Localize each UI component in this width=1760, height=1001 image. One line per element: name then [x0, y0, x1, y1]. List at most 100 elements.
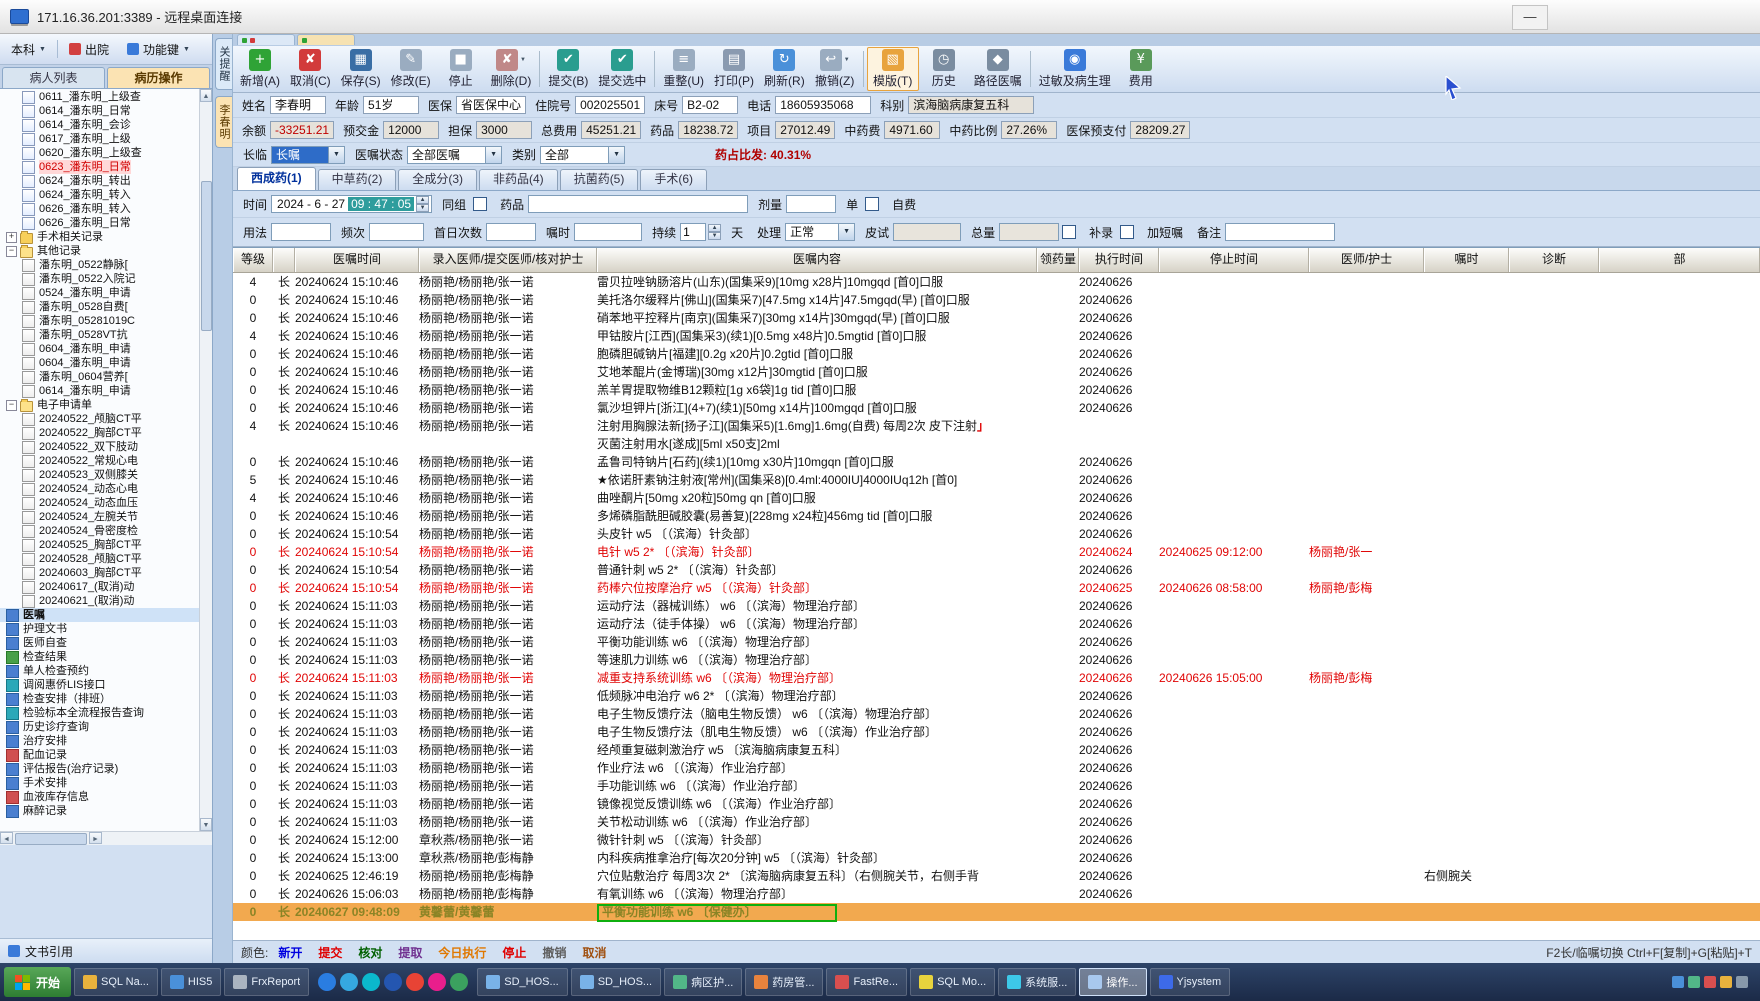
- tree-item[interactable]: 调阅惠侨LIS接口: [0, 678, 199, 692]
- spin-down-icon[interactable]: ▼: [416, 204, 430, 212]
- tree-item[interactable]: 潘东明_0528自费[: [0, 300, 199, 314]
- chevron-down-icon[interactable]: ▼: [328, 146, 345, 163]
- taskbar-item[interactable]: 操作...: [1079, 968, 1147, 996]
- order-row[interactable]: 0 长 20240624 15:10:54 杨丽艳/杨丽艳/张一诺 头皮针 w5 〔（滨…: [233, 525, 1760, 543]
- tree-item[interactable]: 20240617_(取消)动: [0, 580, 199, 594]
- tree-item[interactable]: 手术安排: [0, 776, 199, 790]
- order-tab[interactable]: 西成药(1): [237, 167, 316, 190]
- toolbar-button-add[interactable]: + 新增(A): [235, 48, 285, 90]
- order-row[interactable]: 0 长 20240624 15:11:03 杨丽艳/杨丽艳/张一诺 运动疗法（器械训练）…: [233, 597, 1760, 615]
- taskbar-item[interactable]: FrxReport: [224, 968, 310, 996]
- tray-icon[interactable]: [1688, 976, 1700, 988]
- order-row[interactable]: 0 长 20240625 12:46:19 杨丽艳/杨丽艳/彭梅静 穴位贴敷治疗 每周3…: [233, 867, 1760, 885]
- scroll-up-icon[interactable]: ▲: [200, 89, 212, 102]
- scroll-left-icon[interactable]: ◄: [0, 832, 13, 844]
- jiaduan-checkbox[interactable]: [1120, 225, 1135, 239]
- order-row[interactable]: 0 长 20240624 15:10:54 杨丽艳/杨丽艳/张一诺 药棒穴位按摩治疗 w…: [233, 579, 1760, 597]
- toolbar-button-delete[interactable]: ✘ ▼ 删除(D): [486, 48, 537, 90]
- p2-guarantee[interactable]: 3000: [476, 121, 533, 139]
- discharge-button[interactable]: 出院: [62, 38, 116, 61]
- total-input[interactable]: [999, 223, 1060, 241]
- order-row[interactable]: 4 长 20240624 15:10:46 杨丽艳/杨丽艳/张一诺 雷贝拉唑钠肠溶片(山…: [233, 273, 1760, 291]
- toolbar-button-submit2[interactable]: ✔ 提交选中: [593, 48, 651, 90]
- scroll-down-icon[interactable]: ▼: [200, 818, 212, 831]
- order-row[interactable]: 0 长 20240624 15:11:03 杨丽艳/杨丽艳/张一诺 作业疗法 w6 〔（…: [233, 759, 1760, 777]
- toolbar-button-path[interactable]: ◆ 路径医嘱: [969, 48, 1027, 90]
- vertical-tab-reminder[interactable]: 关提醒: [215, 38, 232, 90]
- quick-launch-icon[interactable]: [340, 973, 359, 991]
- order-status-select[interactable]: 全部医嘱 ▼: [407, 145, 503, 164]
- tree-item[interactable]: 历史诊疗查询: [0, 720, 199, 734]
- tree-item[interactable]: 医嘱: [0, 608, 199, 622]
- tree-item[interactable]: 血液库存信息: [0, 790, 199, 804]
- toolbar-button-rearrange[interactable]: ≡ 重整(U): [658, 48, 709, 90]
- toolbar-button-cancel[interactable]: ✘ 取消(C): [285, 48, 336, 90]
- tree-item[interactable]: 检查安排（排班）: [0, 692, 199, 706]
- tray-icon[interactable]: [1720, 976, 1732, 988]
- tree-item[interactable]: 0604_潘东明_申请: [0, 342, 199, 356]
- order-row[interactable]: 0 长 20240624 15:10:46 杨丽艳/杨丽艳/张一诺 羔羊胃提取物维B12…: [233, 381, 1760, 399]
- sidebar-tab[interactable]: 病人列表: [2, 67, 105, 88]
- tray-icon[interactable]: [1672, 976, 1684, 988]
- p2-total_cost[interactable]: 45251.21: [581, 121, 642, 139]
- chevron-down-icon[interactable]: ▼: [838, 224, 855, 240]
- order-row[interactable]: 0 长 20240624 15:11:03 杨丽艳/杨丽艳/张一诺 关节松动训练 w6 …: [233, 813, 1760, 831]
- tree-item[interactable]: 评估报告(治疗记录): [0, 762, 199, 776]
- scrollbar-thumb[interactable]: [15, 833, 87, 845]
- taskbar-item[interactable]: SD_HOS...: [570, 968, 662, 996]
- p2-herb_cost[interactable]: 4971.60: [884, 121, 941, 139]
- toolbar-button-submit[interactable]: ✔ 提交(B): [543, 48, 593, 90]
- taskbar-item[interactable]: Yjsystem: [1149, 968, 1231, 996]
- quick-launch-icon[interactable]: [406, 973, 425, 991]
- sidebar-footer[interactable]: 文书引用: [0, 938, 212, 963]
- order-row[interactable]: 0 长 20240624 15:10:46 杨丽艳/杨丽艳/张一诺 氯沙坦钾片[浙江](…: [233, 399, 1760, 417]
- tree-item[interactable]: 0611_潘东明_上级查: [0, 90, 199, 104]
- tree-item[interactable]: 检查结果: [0, 650, 199, 664]
- tree-item[interactable]: 检验标本全流程报告查询: [0, 706, 199, 720]
- p1-age[interactable]: 51岁: [363, 96, 420, 114]
- order-row[interactable]: 0 长 20240624 15:10:46 杨丽艳/杨丽艳/张一诺 硝苯地平控释片[南京…: [233, 309, 1760, 327]
- duration-input[interactable]: [680, 223, 707, 241]
- order-row[interactable]: 0 长 20240624 15:12:00 章秋燕/杨丽艳/张一诺 微针针刺 w5 〔（…: [233, 831, 1760, 849]
- order-row[interactable]: 4 长 20240624 15:10:46 杨丽艳/杨丽艳/张一诺 注射用胸腺法新[扬子…: [233, 417, 1760, 453]
- tree-item[interactable]: 潘东明_0522入院记: [0, 272, 199, 286]
- tray-icon[interactable]: [1704, 976, 1716, 988]
- scroll-right-icon[interactable]: ►: [89, 832, 102, 844]
- tree-item[interactable]: 20240603_胸部CT平: [0, 566, 199, 580]
- tree-hscrollbar[interactable]: ◄ ►: [0, 831, 212, 845]
- order-row[interactable]: 0 长 20240624 15:11:03 杨丽艳/杨丽艳/张一诺 低频脉冲电治疗 w6…: [233, 687, 1760, 705]
- tree-item[interactable]: 潘东明_0528VT抗: [0, 328, 199, 342]
- chevron-down-icon[interactable]: ▼: [844, 57, 850, 63]
- scrollbar-thumb[interactable]: [201, 181, 212, 331]
- p2-herb_ratio[interactable]: 27.26%: [1001, 121, 1058, 139]
- tree-item[interactable]: 0604_潘东明_申请: [0, 356, 199, 370]
- expander-icon[interactable]: −: [6, 245, 17, 257]
- toolbar-button-stop[interactable]: ■ 停止: [436, 48, 486, 90]
- order-row[interactable]: 0 长 20240624 15:10:46 杨丽艳/杨丽艳/张一诺 多烯磷脂酰胆碱胶囊(…: [233, 507, 1760, 525]
- order-row[interactable]: 0 长 20240624 15:11:03 杨丽艳/杨丽艳/张一诺 电子生物反馈疗法（脑…: [233, 705, 1760, 723]
- taskbar-item[interactable]: 药房管...: [745, 968, 824, 996]
- chevron-down-icon[interactable]: ▼: [608, 146, 625, 163]
- tree-item[interactable]: 0623_潘东明_日常: [0, 160, 199, 174]
- p2-insurance_prepay[interactable]: 28209.27: [1130, 121, 1191, 139]
- tree-scrollbar[interactable]: ▲ ▼: [199, 89, 212, 831]
- tree-item[interactable]: 0614_潘东明_日常: [0, 104, 199, 118]
- order-row[interactable]: 4 长 20240624 15:10:46 杨丽艳/杨丽艳/张一诺 甲钴胺片[江西](国…: [233, 327, 1760, 345]
- tree-item[interactable]: + 手术相关记录: [0, 230, 199, 244]
- p1-name[interactable]: 李春明: [270, 96, 327, 114]
- dept-select[interactable]: 本科 ▼: [4, 38, 53, 61]
- order-time-input[interactable]: 2024 - 6 - 27 09 : 47 : 05 ▲ ▼: [271, 195, 433, 213]
- changlin-select[interactable]: 长嘱 ▼: [271, 145, 346, 164]
- tree-item[interactable]: 20240522_胸部CT平: [0, 426, 199, 440]
- order-row[interactable]: 0 长 20240624 15:10:46 杨丽艳/杨丽艳/张一诺 美托洛尔缓释片[佛山…: [233, 291, 1760, 309]
- order-row[interactable]: 0 长 20240624 15:10:54 杨丽艳/杨丽艳/张一诺 普通针刺 w5 2*…: [233, 561, 1760, 579]
- quick-launch-icon[interactable]: [362, 973, 381, 991]
- tree-item[interactable]: 20240523_双侧膝关: [0, 468, 199, 482]
- order-tab[interactable]: 中草药(2): [317, 169, 397, 190]
- order-row[interactable]: 5 长 20240624 15:10:46 杨丽艳/杨丽艳/张一诺 ★依诺肝素钠注射液[…: [233, 471, 1760, 489]
- taskbar-item[interactable]: SQL Mo...: [910, 968, 996, 996]
- spin-up-icon[interactable]: ▲: [708, 224, 722, 232]
- note-input[interactable]: [1225, 223, 1336, 241]
- taskbar-item[interactable]: SD_HOS...: [477, 968, 568, 996]
- quick-launch-icon[interactable]: [318, 973, 337, 991]
